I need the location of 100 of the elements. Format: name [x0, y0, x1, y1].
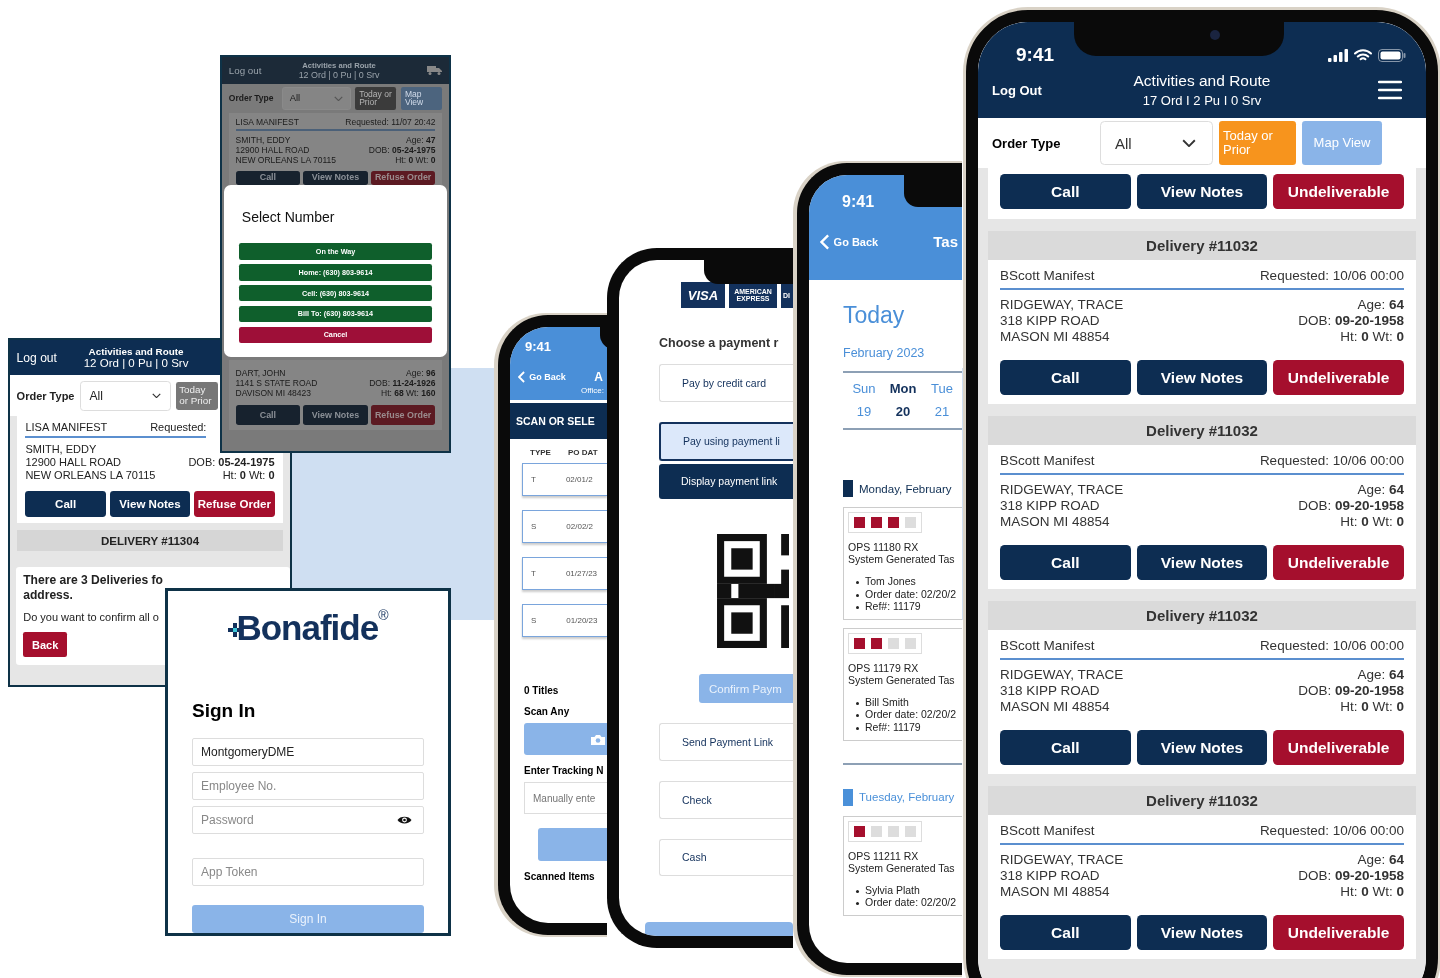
call-button[interactable]: Call [1000, 360, 1131, 395]
delivery-header: DELIVERY #11304 [16, 530, 284, 552]
city-line: DAVISON MI 48423 [235, 388, 313, 399]
truck-icon [427, 65, 443, 76]
password-field[interactable]: Password [192, 806, 424, 834]
call-button[interactable]: Call [235, 405, 301, 425]
manifest-name: LISA MANIFEST [235, 117, 299, 128]
order-type-select[interactable]: All [282, 86, 351, 111]
task-code: OPS 11211 RX [848, 849, 920, 862]
call-button[interactable]: Call [1000, 730, 1131, 765]
notes-button[interactable]: View Notes [303, 405, 368, 425]
order-type-select[interactable]: All [79, 380, 171, 411]
signal-icon [1328, 48, 1348, 62]
dialog-message: Do you want to confirm all o [23, 611, 160, 624]
priority-square [888, 517, 899, 528]
date-cell: 01/27/23 [565, 569, 598, 578]
delivery-header: Delivery #11032 [988, 231, 1416, 260]
reject-button[interactable]: Refuse Order [370, 405, 436, 425]
brand-logo: Bonafide$^{®}$ [236, 607, 388, 648]
notes-button[interactable]: View Notes [1136, 915, 1268, 950]
requested-time: Requested: 10/06 00:00 [1259, 823, 1404, 838]
notes-button[interactable]: View Notes [1136, 545, 1268, 580]
scan-label: Scan Any [524, 706, 571, 717]
requested-time: Requested: [150, 421, 207, 434]
delivery-header: Delivery #11032 [988, 601, 1416, 630]
logout-link[interactable]: Log Out [992, 82, 1082, 98]
street-address: 318 KIPP ROAD [1000, 683, 1101, 699]
bottom-button[interactable] [645, 922, 793, 936]
type-cell: T [531, 475, 536, 484]
reject-button[interactable]: Undeliverable [1273, 915, 1404, 950]
height-weight: Ht: 0 Wt: 0 [1339, 699, 1404, 715]
display-link-button[interactable]: Display payment link [659, 464, 793, 499]
eye-icon [397, 815, 412, 825]
menu-icon [1378, 80, 1402, 100]
day-tab[interactable]: Tue 21 [927, 381, 957, 419]
column-header: PO DAT [567, 448, 598, 457]
call-button[interactable]: Call [235, 170, 301, 186]
chevron-down-icon [334, 95, 344, 102]
delivery-header: Delivery #11032 [988, 416, 1416, 445]
birth-date: DOB: 09-20-1958 [1298, 868, 1404, 884]
requested-time: Requested: 10/06 00:00 [1259, 453, 1404, 468]
reject-button[interactable]: Refuse Order [370, 170, 436, 186]
screen-title: A [594, 370, 603, 384]
section-banner: SCAN OR SELE [510, 403, 607, 439]
screen-title: Tas [933, 233, 958, 250]
type-cell: S [531, 616, 537, 625]
order-type-label: Order Type [992, 135, 1062, 151]
call-button[interactable]: Call [1000, 915, 1131, 950]
birth-date: DOB: 09-20-1958 [1298, 498, 1404, 514]
notes-button[interactable]: View Notes [1136, 360, 1268, 395]
reject-button[interactable]: Undeliverable [1273, 360, 1404, 395]
page-title: Today [843, 302, 906, 329]
column-header: TYPE [530, 448, 551, 457]
chevron-down-icon [1182, 138, 1196, 148]
call-button[interactable]: Call [25, 491, 106, 517]
filter-button[interactable]: Today or Prior [355, 86, 397, 111]
day-tab[interactable]: Mon 20 [888, 381, 918, 419]
notes-button[interactable]: View Notes [109, 491, 191, 517]
order-type-select[interactable]: All [1100, 121, 1213, 165]
height-weight: Ht: 68 Wt: 160 [380, 388, 436, 399]
back-button[interactable]: Back [23, 632, 68, 658]
group-date: Monday, February [859, 482, 952, 495]
input-field[interactable]: App Token [192, 858, 424, 886]
height-weight: Ht: 0 Wt: 0 [394, 155, 436, 166]
street-address: 12900 HALL ROAD [235, 145, 311, 156]
logout-link[interactable]: Log out [16, 350, 57, 365]
patient-name: RIDGEWAY, TRACE [1000, 482, 1125, 498]
day-tab[interactable]: Sun 19 [849, 381, 879, 419]
call-button[interactable]: Call [1000, 545, 1131, 580]
reject-button[interactable]: Undeliverable [1273, 730, 1404, 765]
birth-date: DOB: 09-20-1958 [1298, 683, 1404, 699]
task-detail: Ref#: 11179 [855, 600, 962, 613]
input-field[interactable]: Manually ente [524, 782, 607, 814]
task-code: OPS 11179 RX [848, 661, 920, 674]
month-label: February 2023 [843, 346, 926, 360]
street-address: 318 KIPP ROAD [1000, 313, 1101, 329]
group-date: Tuesday, February [859, 791, 955, 804]
input-field[interactable]: MontgomeryDME [192, 738, 424, 766]
reject-button[interactable]: Refuse Order [194, 491, 275, 517]
reject-button[interactable]: Undeliverable [1273, 545, 1404, 580]
notes-button[interactable]: View Notes [1136, 730, 1268, 765]
manifest-name: BScott Manifest [1000, 453, 1095, 468]
call-button[interactable]: Call [1000, 174, 1131, 209]
input-field[interactable]: Employee No. [192, 772, 424, 800]
delivery-header: Delivery #11032 [988, 786, 1416, 815]
camera-button[interactable] [524, 723, 607, 755]
requested-time: Requested: 11/07 20:42 [345, 117, 436, 128]
notes-button[interactable]: View Notes [303, 170, 368, 186]
logout-link[interactable]: Log out [228, 64, 284, 76]
payment-option[interactable]: Pay using payment li [659, 421, 793, 462]
submit-button[interactable] [538, 828, 607, 861]
reject-button[interactable]: Undeliverable [1273, 174, 1404, 209]
chevron-left-icon [820, 233, 830, 250]
notes-button[interactable]: View Notes [1136, 174, 1268, 209]
task-detail: Ref#: 11179 [855, 720, 962, 734]
filter-button[interactable]: Today or Prior [176, 381, 218, 410]
age-text: Age: 64 [1356, 297, 1404, 313]
order-counts: 12 Ord | 0 Pu | 0 Srv [297, 69, 381, 80]
priority-square [854, 517, 865, 528]
city-line: MASON MI 48854 [1000, 699, 1111, 715]
